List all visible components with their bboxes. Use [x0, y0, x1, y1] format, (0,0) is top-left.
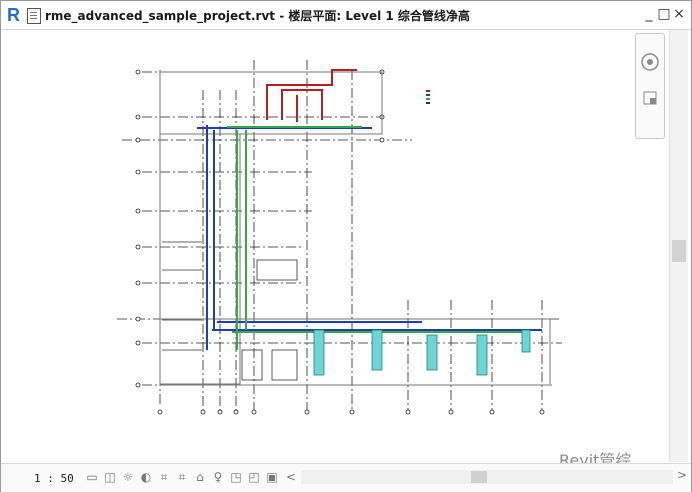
floor-plan-drawing — [117, 60, 562, 415]
vertical-scroll-thumb[interactable] — [672, 240, 686, 262]
grid-lines — [117, 60, 562, 410]
show-crop-icon[interactable]: ⌗ — [175, 470, 189, 484]
lock-view-icon[interactable]: ⌂ — [193, 470, 207, 484]
cyan-ducts — [313, 329, 531, 376]
temporary-hide-icon[interactable]: ♀ — [211, 470, 225, 484]
visual-style-icon[interactable]: ◫ — [103, 470, 117, 484]
vertical-scrollbar[interactable] — [669, 30, 688, 462]
view-scale[interactable]: 1 : 50 — [34, 472, 74, 485]
reveal-hidden-icon[interactable]: ◳ — [229, 470, 243, 484]
steering-wheel-icon[interactable] — [636, 34, 664, 138]
green-pipes — [227, 126, 522, 350]
maximize-button[interactable]: □ — [656, 5, 672, 23]
red-pipes — [266, 69, 357, 122]
minimize-button[interactable]: _ — [641, 5, 657, 23]
view-control-bar: 1 : 50 ▭ ◫ ☼ ◐ ⌗ ⌗ ⌂ ♀ ◳ ◰ ▣ < > — [1, 463, 691, 492]
crop-view-icon[interactable]: ⌗ — [157, 470, 171, 484]
revit-logo-icon[interactable]: R — [7, 5, 20, 25]
close-button[interactable]: × — [671, 5, 687, 23]
detail-level-icon[interactable]: ▭ — [85, 470, 99, 484]
navigation-bar[interactable] — [635, 33, 665, 139]
blue-pipes — [197, 125, 542, 350]
revit-window: R rme_advanced_sample_project.rvt - 楼层平面… — [0, 0, 692, 492]
analytical-model-icon[interactable]: ◰ — [247, 470, 261, 484]
equipment — [162, 241, 298, 381]
document-icon — [27, 8, 41, 24]
scroll-right-button[interactable]: > — [675, 468, 689, 482]
legend — [426, 90, 430, 104]
shadows-icon[interactable]: ◐ — [139, 470, 153, 484]
drawing-canvas[interactable] — [2, 30, 669, 462]
horizontal-scroll-thumb[interactable] — [471, 471, 487, 483]
sun-path-icon[interactable]: ☼ — [121, 470, 135, 484]
title-bar: R rme_advanced_sample_project.rvt - 楼层平面… — [1, 1, 691, 30]
horizontal-scrollbar[interactable] — [301, 470, 673, 484]
window-title: rme_advanced_sample_project.rvt - 楼层平面: … — [45, 9, 470, 23]
scroll-left-button[interactable]: < — [284, 470, 298, 484]
building-walls — [159, 71, 551, 386]
highlight-displacement-icon[interactable]: ▣ — [265, 470, 279, 484]
